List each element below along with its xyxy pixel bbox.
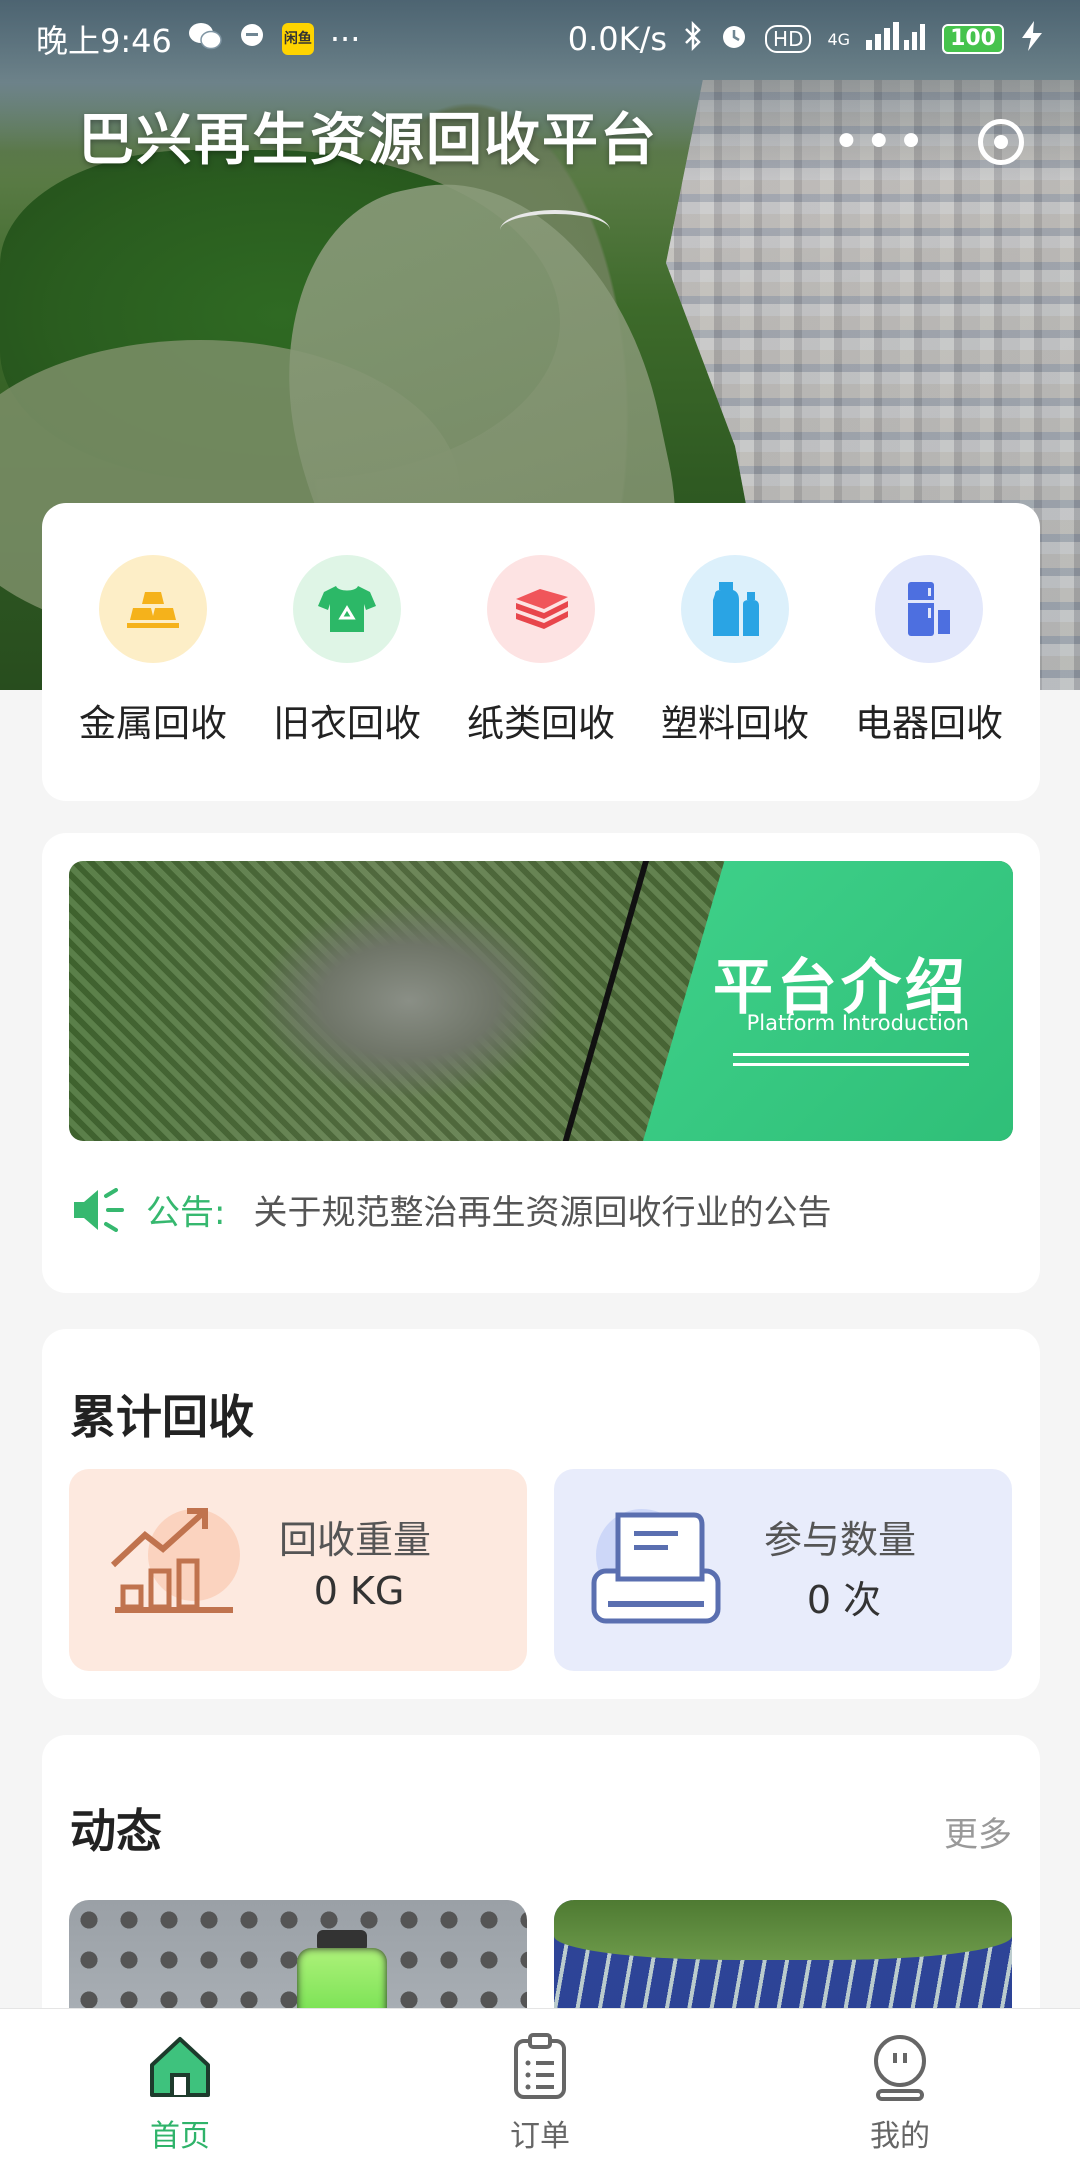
chat-bubble-icon [238,22,266,57]
charging-icon [1020,20,1044,58]
wechat-icon [188,21,222,58]
signal-icon [866,21,926,57]
tab-orders[interactable]: 订单 [360,2009,720,2160]
notice-label: 公告: [146,1193,226,1233]
tab-home[interactable]: 首页 [0,2009,360,2160]
platform-intro-banner[interactable]: 平台介绍 Platform Introduction [69,861,1013,1141]
notice-text[interactable]: 关于规范整治再生资源回收行业的公告 [253,1185,831,1234]
category-clothes[interactable]: 旧衣回收 [269,555,425,747]
stats-title: 累计回收 [70,1390,254,1444]
news-title: 动态 [70,1804,162,1858]
mini-program-capsule[interactable]: ••• [808,100,1048,184]
network-type: 4G [827,29,851,49]
speaker-icon [72,1187,124,1232]
stats-card: 累计回收 回收重量 0 KG 参与数量 0 次 [42,1329,1040,1699]
more-icon[interactable]: ••• [832,118,929,166]
bluetooth-icon [683,20,703,58]
category-metal[interactable]: 金属回收 [75,555,231,747]
alarm-icon [719,21,749,58]
category-plastic[interactable]: 塑料回收 [657,555,813,747]
home-icon [150,2037,210,2097]
paper-stack-icon [487,555,595,663]
page-title: 巴兴再生资源回收平台 [78,108,658,173]
category-card: 金属回收 旧衣回收 纸类回收 塑料回收 电器回收 [42,503,1040,801]
profile-icon [874,2035,926,2101]
category-label: 纸类回收 [467,702,615,745]
status-dots: ··· [329,20,361,58]
app-badge-icon: 闲鱼 [281,23,314,55]
more-link[interactable]: 更多 [944,1807,1012,1856]
category-label: 旧衣回收 [273,702,421,745]
recycle-shirt-icon [293,555,401,663]
category-label: 电器回收 [855,702,1003,745]
network-speed: 0.0K/s [567,20,668,58]
status-time: 晚上9:46 [36,22,172,60]
category-label: 塑料回收 [661,702,809,745]
stat-weight[interactable]: 回收重量 0 KG [69,1469,527,1671]
tab-label: 首页 [150,2119,210,2154]
battery-indicator: 100 [942,24,1004,54]
tab-label: 我的 [870,2119,930,2154]
intro-card: 平台介绍 Platform Introduction 公告: 关于规范整治再生资… [42,833,1040,1293]
tab-label: 订单 [510,2119,570,2154]
hd-label: HD [765,25,812,53]
status-bar: 晚上9:46 闲鱼 ··· 0.0K/s HD 4G 100 [0,0,1080,78]
category-label: 金属回收 [79,702,227,745]
gold-bars-icon [99,555,207,663]
target-icon[interactable] [977,119,1024,165]
tab-bar: 首页 订单 我的 [0,2008,1080,2160]
banner-subtitle: Platform Introduction [746,1011,969,1035]
printer-icon [584,1495,734,1645]
stat-count-label: 参与数量 [764,1518,917,1562]
plastic-bottle-icon [681,555,789,663]
stat-weight-value: 0 KG [313,1569,405,1613]
stat-count-value: 0 次 [806,1578,882,1622]
clipboard-icon [514,2033,566,2099]
stat-weight-label: 回收重量 [279,1518,432,1562]
tab-profile[interactable]: 我的 [720,2009,1080,2160]
stat-count[interactable]: 参与数量 0 次 [554,1469,1012,1671]
category-paper[interactable]: 纸类回收 [463,555,619,747]
notice-bar[interactable]: 公告: 关于规范整治再生资源回收行业的公告 [72,1185,831,1234]
category-appliance[interactable]: 电器回收 [851,555,1007,747]
growth-chart-icon [99,1495,249,1645]
fridge-icon [875,555,983,663]
